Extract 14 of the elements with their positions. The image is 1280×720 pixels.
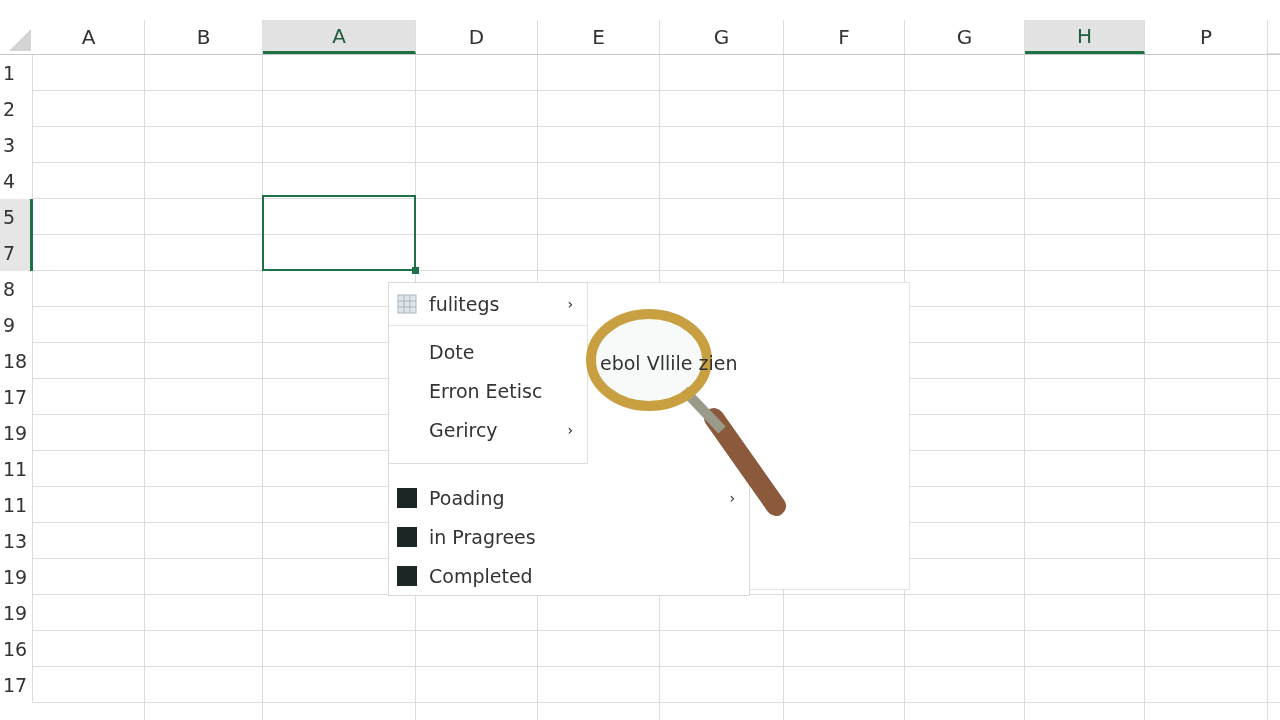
menu-item[interactable]: Poading › — [389, 478, 749, 517]
submenu-arrow: › — [567, 296, 573, 312]
submenu-arrow: › — [567, 421, 573, 438]
menu-item[interactable]: Gerircy › — [389, 410, 587, 449]
menu-item[interactable]: in Pragrees — [389, 517, 749, 556]
menu-item[interactable]: Completed — [389, 556, 749, 595]
menu-item[interactable]: Dote — [389, 332, 587, 371]
row-header[interactable]: 7 — [0, 235, 33, 271]
column-header[interactable]: A — [263, 20, 416, 54]
row-header[interactable]: 4 — [0, 163, 33, 199]
submenu-arrow: › — [729, 489, 735, 506]
menu-item[interactable]: Erron Eetisc — [389, 371, 587, 410]
row-header[interactable]: 5 — [0, 199, 33, 235]
column-header[interactable]: H — [1025, 20, 1145, 54]
